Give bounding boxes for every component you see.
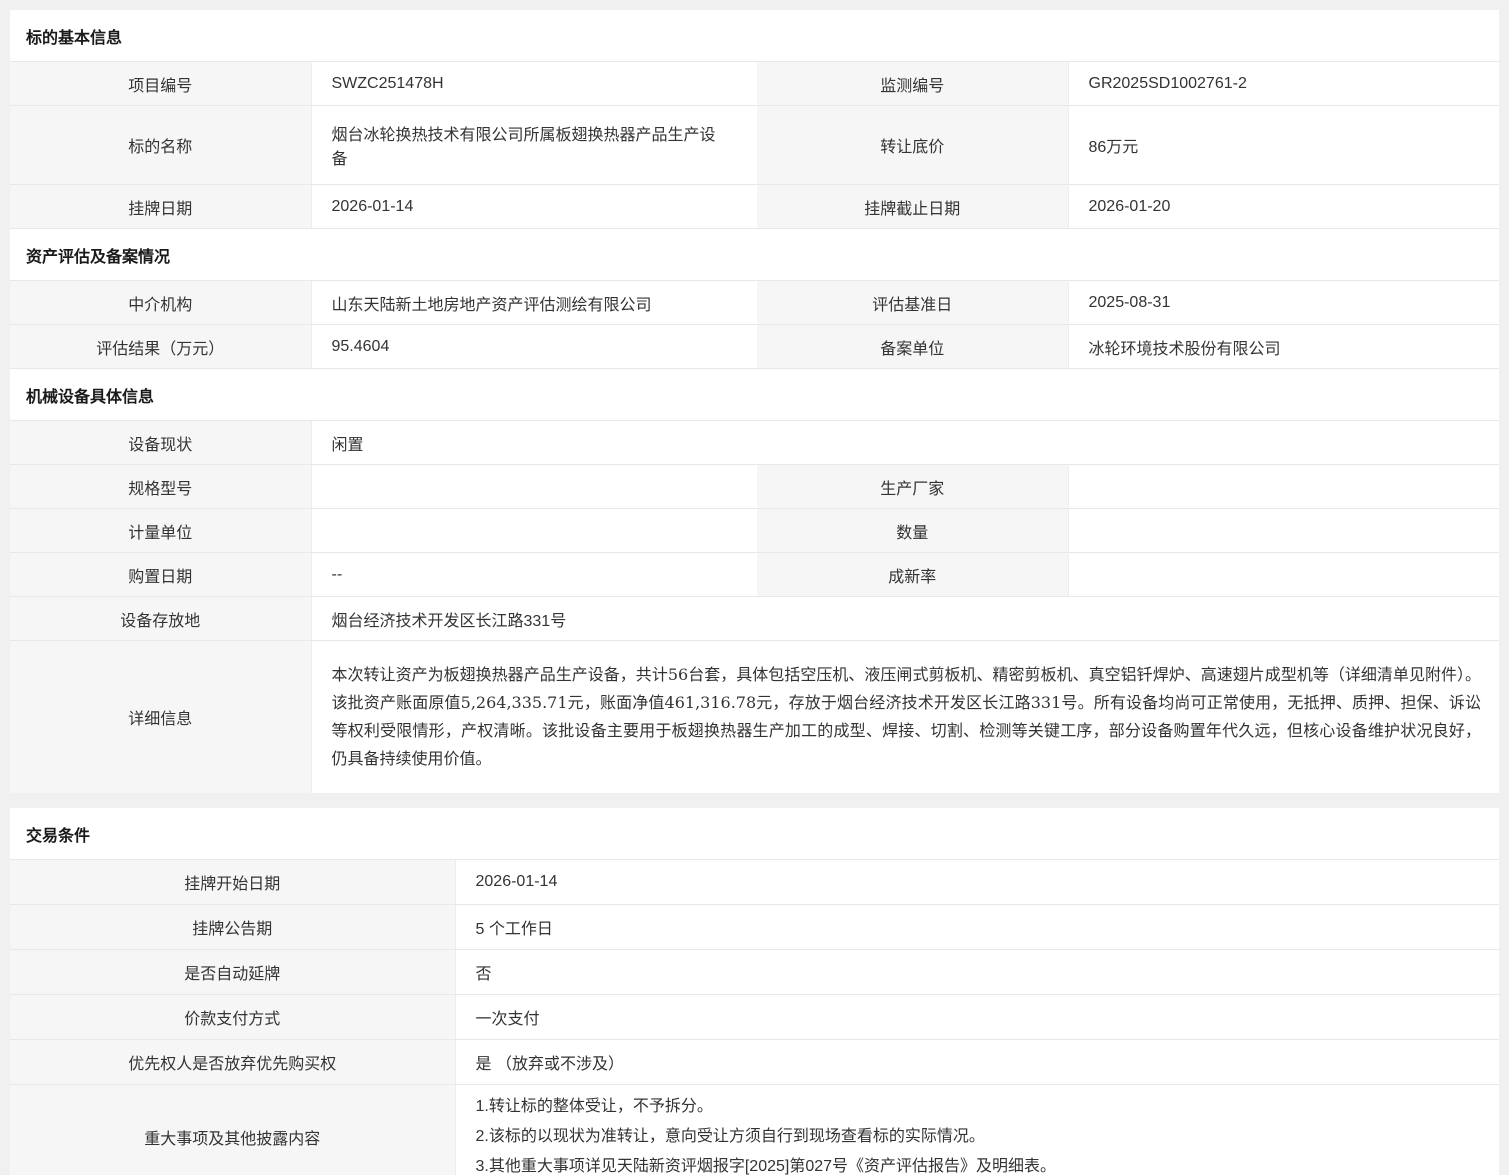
field-label-target-name: 标的名称 xyxy=(10,106,311,185)
table-row: 项目编号 SWZC251478H 监测编号 GR2025SD1002761-2 xyxy=(10,62,1499,106)
field-value-filing-unit: 冰轮环境技术股份有限公司 xyxy=(1068,325,1499,369)
section-gap xyxy=(10,793,1499,808)
table-row: 中介机构 山东天陆新土地房地产资产评估测绘有限公司 评估基准日 2025-08-… xyxy=(10,281,1499,325)
field-value-measure-unit xyxy=(311,509,757,553)
field-value-appraisal-result: 95.4604 xyxy=(311,325,757,369)
field-value-listing-date: 2026-01-14 xyxy=(311,185,757,229)
field-label-agency: 中介机构 xyxy=(10,281,311,325)
listing-detail-page: 标的基本信息 项目编号 SWZC251478H 监测编号 GR2025SD100… xyxy=(0,0,1509,1175)
field-value-storage-location: 烟台经济技术开发区长江路331号 xyxy=(311,597,1499,641)
field-value-monitor-number: GR2025SD1002761-2 xyxy=(1068,62,1499,106)
field-value-purchase-date: -- xyxy=(311,553,757,597)
field-label-project-number: 项目编号 xyxy=(10,62,311,106)
field-value-manufacturer xyxy=(1068,465,1499,509)
field-value-newness-rate xyxy=(1068,553,1499,597)
field-value-quantity xyxy=(1068,509,1499,553)
field-label-payment-method: 价款支付方式 xyxy=(10,995,455,1040)
field-value-target-name: 烟台冰轮换热技术有限公司所属板翅换热器产品生产设备 xyxy=(311,106,757,185)
field-value-announcement-period: 5 个工作日 xyxy=(455,905,1499,950)
field-label-measure-unit: 计量单位 xyxy=(10,509,311,553)
table-row: 计量单位 数量 xyxy=(10,509,1499,553)
table-row: 设备存放地 烟台经济技术开发区长江路331号 xyxy=(10,597,1499,641)
table-row: 标的名称 烟台冰轮换热技术有限公司所属板翅换热器产品生产设备 转让底价 86万元 xyxy=(10,106,1499,185)
field-label-listing-date: 挂牌日期 xyxy=(10,185,311,229)
table-row: 挂牌日期 2026-01-14 挂牌截止日期 2026-01-20 xyxy=(10,185,1499,229)
trade-conditions-block: 交易条件 挂牌开始日期 2026-01-14 挂牌公告期 5 个工作日 是否自动… xyxy=(10,808,1499,1175)
table-row: 重大事项及其他披露内容 1.转让标的整体受让，不予拆分。 2.该标的以现状为准转… xyxy=(10,1085,1499,1175)
field-value-auto-extension: 否 xyxy=(455,950,1499,995)
field-label-preemptive-right-waiver: 优先权人是否放弃优先购买权 xyxy=(10,1040,455,1085)
table-row: 优先权人是否放弃优先购买权 是 （放弃或不涉及） xyxy=(10,1040,1499,1085)
main-info-block: 标的基本信息 项目编号 SWZC251478H 监测编号 GR2025SD100… xyxy=(10,10,1499,793)
disclosure-line-2: 2.该标的以现状为准转让，意向受让方须自行到现场查看标的实际情况。 xyxy=(476,1122,1460,1152)
field-label-equipment-status: 设备现状 xyxy=(10,421,311,465)
section-title-trade-conditions: 交易条件 xyxy=(10,808,1499,859)
table-row: 详细信息 本次转让资产为板翅换热器产品生产设备，共计56台套，具体包括空压机、液… xyxy=(10,641,1499,794)
table-row: 设备现状 闲置 xyxy=(10,421,1499,465)
field-label-detail-info: 详细信息 xyxy=(10,641,311,794)
table-row: 是否自动延牌 否 xyxy=(10,950,1499,995)
field-value-major-disclosure: 1.转让标的整体受让，不予拆分。 2.该标的以现状为准转让，意向受让方须自行到现… xyxy=(455,1085,1499,1175)
section-title-basic-info: 标的基本信息 xyxy=(10,10,1499,61)
field-value-preemptive-right-waiver: 是 （放弃或不涉及） xyxy=(455,1040,1499,1085)
field-label-listing-start-date: 挂牌开始日期 xyxy=(10,860,455,905)
field-value-listing-deadline: 2026-01-20 xyxy=(1068,185,1499,229)
field-label-filing-unit: 备案单位 xyxy=(757,325,1068,369)
field-value-payment-method: 一次支付 xyxy=(455,995,1499,1040)
field-label-announcement-period: 挂牌公告期 xyxy=(10,905,455,950)
field-value-project-number: SWZC251478H xyxy=(311,62,757,106)
section-title-equipment: 机械设备具体信息 xyxy=(10,368,1499,420)
field-label-appraisal-result: 评估结果（万元） xyxy=(10,325,311,369)
field-label-purchase-date: 购置日期 xyxy=(10,553,311,597)
disclosure-line-1: 1.转让标的整体受让，不予拆分。 xyxy=(476,1092,1460,1122)
disclosure-line-3: 3.其他重大事项详见天陆新资评烟报字[2025]第027号《资产评估报告》及明细… xyxy=(476,1152,1460,1175)
table-row: 价款支付方式 一次支付 xyxy=(10,995,1499,1040)
field-label-base-price: 转让底价 xyxy=(757,106,1068,185)
field-value-detail-info: 本次转让资产为板翅换热器产品生产设备，共计56台套，具体包括空压机、液压闸式剪板… xyxy=(311,641,1499,794)
field-label-monitor-number: 监测编号 xyxy=(757,62,1068,106)
field-label-appraisal-base-date: 评估基准日 xyxy=(757,281,1068,325)
equipment-table: 设备现状 闲置 规格型号 生产厂家 计量单位 数量 购置日期 -- 成新率 xyxy=(10,420,1499,793)
field-label-manufacturer: 生产厂家 xyxy=(757,465,1068,509)
field-label-quantity: 数量 xyxy=(757,509,1068,553)
table-row: 规格型号 生产厂家 xyxy=(10,465,1499,509)
field-value-base-price: 86万元 xyxy=(1068,106,1499,185)
field-label-listing-deadline: 挂牌截止日期 xyxy=(757,185,1068,229)
appraisal-table: 中介机构 山东天陆新土地房地产资产评估测绘有限公司 评估基准日 2025-08-… xyxy=(10,280,1499,368)
trade-conditions-table: 挂牌开始日期 2026-01-14 挂牌公告期 5 个工作日 是否自动延牌 否 … xyxy=(10,859,1499,1175)
field-value-agency: 山东天陆新土地房地产资产评估测绘有限公司 xyxy=(311,281,757,325)
field-label-spec-model: 规格型号 xyxy=(10,465,311,509)
field-value-equipment-status: 闲置 xyxy=(311,421,1499,465)
basic-info-table: 项目编号 SWZC251478H 监测编号 GR2025SD1002761-2 … xyxy=(10,61,1499,228)
field-value-spec-model xyxy=(311,465,757,509)
table-row: 购置日期 -- 成新率 xyxy=(10,553,1499,597)
field-label-auto-extension: 是否自动延牌 xyxy=(10,950,455,995)
field-label-storage-location: 设备存放地 xyxy=(10,597,311,641)
table-row: 挂牌开始日期 2026-01-14 xyxy=(10,860,1499,905)
field-label-major-disclosure: 重大事项及其他披露内容 xyxy=(10,1085,455,1175)
section-title-appraisal: 资产评估及备案情况 xyxy=(10,228,1499,280)
field-value-listing-start-date: 2026-01-14 xyxy=(455,860,1499,905)
field-label-newness-rate: 成新率 xyxy=(757,553,1068,597)
table-row: 挂牌公告期 5 个工作日 xyxy=(10,905,1499,950)
field-value-appraisal-base-date: 2025-08-31 xyxy=(1068,281,1499,325)
table-row: 评估结果（万元） 95.4604 备案单位 冰轮环境技术股份有限公司 xyxy=(10,325,1499,369)
